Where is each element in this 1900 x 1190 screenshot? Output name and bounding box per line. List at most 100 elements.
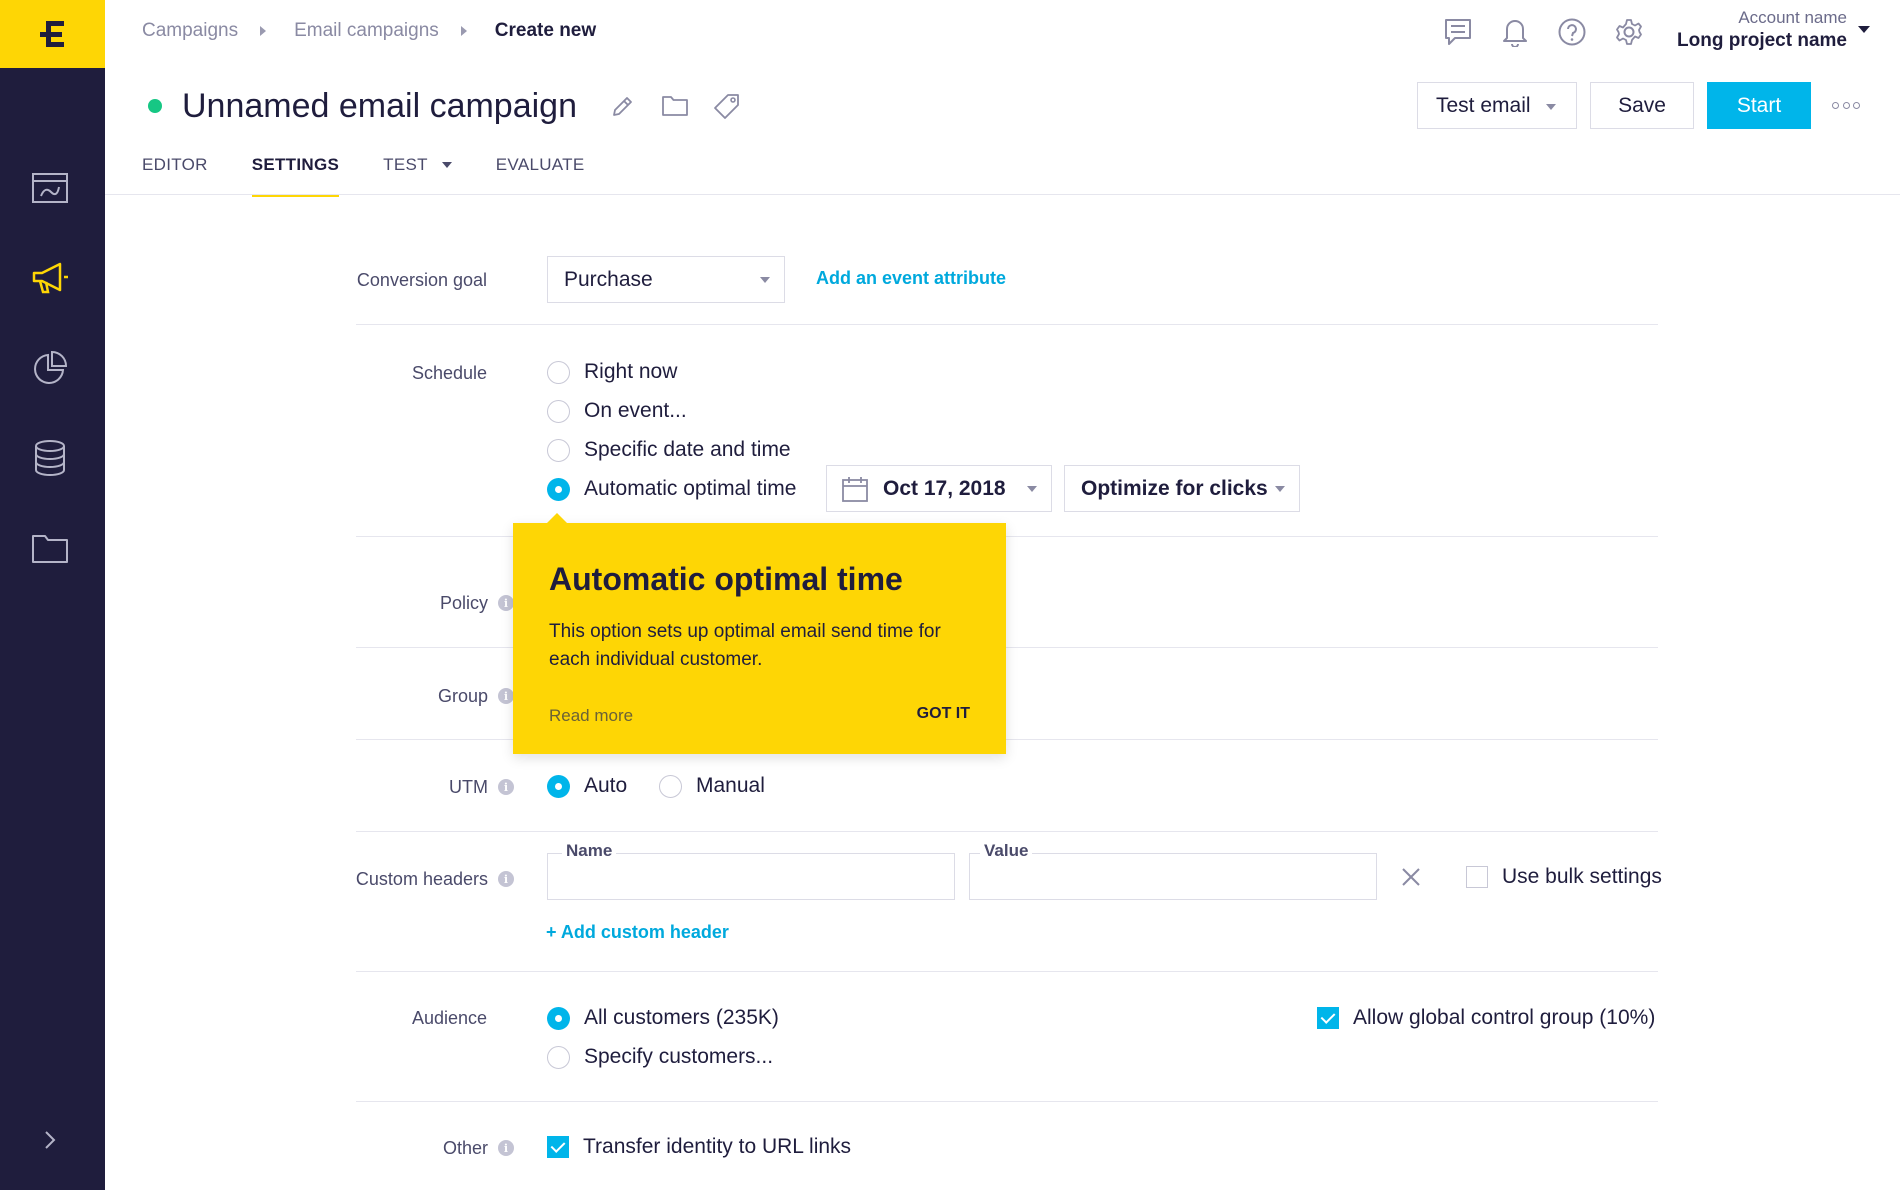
breadcrumb-email-campaigns[interactable]: Email campaigns [294, 20, 439, 42]
radio-label: On event... [584, 399, 687, 422]
utm-option-auto[interactable]: Auto [547, 774, 627, 798]
other-label: Other i [300, 1136, 514, 1160]
info-icon[interactable]: i [498, 871, 514, 887]
tooltip-got-it-button[interactable]: GOT IT [917, 705, 970, 723]
folder-icon[interactable] [28, 526, 72, 570]
breadcrumb: Campaigns Email campaigns Create new [142, 20, 596, 42]
radio-button-selected[interactable] [547, 477, 570, 501]
control-group-checkbox[interactable]: Allow global control group (10%) [1317, 1006, 1655, 1030]
custom-headers-label: Custom headers i [300, 867, 514, 891]
tooltip-read-more-link[interactable]: Read more [549, 706, 633, 726]
tag-icon[interactable] [705, 84, 749, 128]
info-icon[interactable]: i [498, 688, 514, 704]
audience-label: Audience [300, 1006, 487, 1030]
account-name: Account name [1738, 8, 1847, 27]
page-title: Unnamed email campaign [182, 86, 577, 125]
caret-down-icon [1027, 485, 1037, 492]
gear-icon[interactable] [1611, 14, 1647, 50]
radio-label: Right now [584, 360, 678, 383]
group-label-text: Group [437, 685, 488, 706]
schedule-option-automatic-optimal[interactable]: Automatic optimal time [547, 477, 796, 501]
status-dot [148, 99, 162, 113]
calendar-icon [842, 476, 868, 502]
caret-down-icon [441, 162, 452, 168]
checkbox-label: Use bulk settings [1502, 865, 1662, 888]
tab-test[interactable]: TEST [383, 155, 452, 197]
test-email-button[interactable]: Test email [1417, 82, 1577, 129]
radio-button[interactable] [547, 360, 570, 384]
info-icon[interactable]: i [498, 1140, 514, 1156]
radio-label: Automatic optimal time [584, 477, 797, 500]
radio-button-selected[interactable] [547, 1006, 570, 1030]
caret-down-icon[interactable] [1858, 26, 1870, 33]
checkbox-checked[interactable] [1317, 1007, 1339, 1029]
header-value-label: Value [980, 841, 1033, 861]
start-button[interactable]: Start [1707, 82, 1811, 129]
schedule-label: Schedule [300, 361, 487, 385]
schedule-option-right-now[interactable]: Right now [547, 360, 677, 384]
title-row: Unnamed email campaign [148, 84, 749, 128]
custom-headers-label-text: Custom headers [355, 868, 488, 889]
use-bulk-settings-checkbox[interactable]: Use bulk settings [1466, 865, 1662, 889]
close-icon[interactable] [1400, 866, 1422, 888]
tab-test-label: TEST [383, 155, 428, 174]
transfer-identity-checkbox[interactable]: Transfer identity to URL links [547, 1135, 851, 1159]
schedule-date-picker[interactable]: Oct 17, 2018 [826, 465, 1052, 512]
tab-evaluate[interactable]: EVALUATE [496, 155, 585, 197]
radio-button-selected[interactable] [547, 774, 570, 798]
header-divider [105, 194, 1900, 195]
radio-button[interactable] [547, 438, 570, 462]
logo[interactable] [0, 0, 105, 68]
breadcrumb-campaigns[interactable]: Campaigns [142, 20, 238, 42]
header-name-label: Name [562, 841, 617, 861]
conversion-goal-label: Conversion goal [300, 268, 487, 292]
conversion-goal-select[interactable]: Purchase [547, 256, 785, 303]
radio-button[interactable] [659, 774, 682, 798]
utm-option-manual[interactable]: Manual [659, 774, 765, 798]
dashboard-icon[interactable] [28, 166, 72, 210]
schedule-label-text: Schedule [411, 362, 487, 383]
section-divider [356, 1101, 1658, 1102]
checkbox[interactable] [1466, 866, 1488, 888]
top-toolbar [1440, 14, 1668, 50]
folder-icon[interactable] [653, 84, 697, 128]
test-email-label: Test email [1436, 93, 1531, 117]
info-icon[interactable]: i [498, 779, 514, 795]
pie-chart-icon[interactable] [28, 346, 72, 390]
checkbox-label: Transfer identity to URL links [583, 1135, 852, 1158]
megaphone-icon[interactable] [28, 256, 72, 300]
add-custom-header-link[interactable]: + Add custom header [546, 922, 729, 943]
breadcrumb-separator-icon [260, 26, 267, 36]
radio-label: Manual [696, 774, 765, 797]
radio-button[interactable] [547, 399, 570, 423]
audience-option-all[interactable]: All customers (235K) [547, 1006, 779, 1030]
tab-editor[interactable]: EDITOR [142, 155, 208, 197]
checkbox-checked[interactable] [547, 1136, 569, 1158]
help-icon[interactable] [1554, 14, 1590, 50]
section-divider [356, 831, 1658, 832]
chat-icon[interactable] [1440, 14, 1476, 50]
radio-button[interactable] [547, 1045, 570, 1069]
bell-icon[interactable] [1497, 14, 1533, 50]
checkbox-label: Allow global control group (10%) [1353, 1006, 1656, 1029]
audience-option-specify[interactable]: Specify customers... [547, 1045, 773, 1069]
save-button[interactable]: Save [1590, 82, 1694, 129]
database-icon[interactable] [28, 436, 72, 480]
account-switcher[interactable]: Account name Long project name [1677, 8, 1847, 52]
schedule-option-on-event[interactable]: On event... [547, 399, 687, 423]
pencil-icon[interactable] [601, 84, 645, 128]
schedule-date-value: Oct 17, 2018 [883, 476, 1006, 500]
tab-settings[interactable]: SETTINGS [251, 155, 340, 197]
policy-label: Policy i [300, 591, 514, 615]
info-icon[interactable]: i [498, 595, 514, 611]
tooltip-automatic-optimal-time: Automatic optimal time This option sets … [513, 513, 1006, 754]
more-options-icon[interactable] [1832, 98, 1860, 112]
schedule-option-specific-date[interactable]: Specific date and time [547, 438, 791, 462]
radio-label: All customers (235K) [584, 1006, 779, 1029]
conversion-goal-value: Purchase [564, 267, 653, 291]
radio-label: Auto [584, 774, 628, 797]
optimize-select[interactable]: Optimize for clicks [1064, 465, 1300, 512]
chevron-right-icon[interactable] [36, 1126, 64, 1154]
other-label-text: Other [442, 1137, 488, 1158]
add-event-attribute-link[interactable]: Add an event attribute [816, 268, 1006, 289]
